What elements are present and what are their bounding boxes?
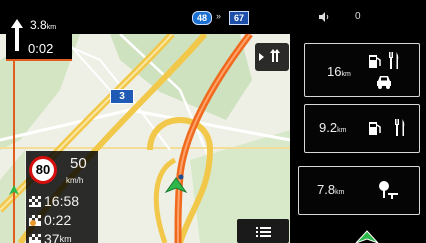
service-distance-value: 16 [327,64,342,79]
speaker-icon[interactable] [317,10,331,24]
speed-limit-sign: 80 [29,156,57,184]
current-position-arrow-icon [355,230,379,243]
service-card-2[interactable]: 9.2km [304,104,420,153]
eta-row: 16:58 [29,193,79,209]
next-turn-time: 0:02 [28,41,54,56]
rest-area-icon [379,181,398,199]
road-badge-current: 48 [192,11,212,25]
road-badge-next: 67 [229,11,249,25]
remaining-time-row: 0:22 [29,212,71,228]
road-separator: » [216,11,222,21]
next-turn-distance: 3.8km [30,18,56,32]
navigation-app: 3 48 » 67 0 3.8km 0:02 80 50 km/h 16:58 … [0,0,426,243]
straight-arrow-icon [11,19,23,51]
service-distance: 7.8km [317,182,344,197]
lane-arrows-icon [259,49,280,62]
road-shield-number: 3 [119,91,125,102]
service-distance-unit: km [335,189,345,196]
service-distance: 9.2km [319,120,346,135]
service-distance: 16km [327,64,351,79]
position-up-icon [9,185,19,195]
restaurant-icon [395,119,405,136]
remaining-time-value: 0:22 [44,212,72,228]
fuel-icon [369,122,381,135]
service-distance-value: 7.8 [317,182,336,197]
service-card-1[interactable]: 16km [304,43,420,97]
remaining-distance-unit: km [59,234,72,243]
service-card-3[interactable]: 7.8km [298,166,420,215]
next-turn-panel[interactable]: 3.8km 0:02 [6,13,72,61]
road-shield-sign: 3 [110,89,134,104]
service-distance-unit: km [341,71,351,78]
trip-info-panel[interactable]: 80 50 km/h 16:58 0:22 37 km [26,151,98,243]
menu-button[interactable] [237,219,289,243]
volume-level: 0 [355,11,361,22]
restaurant-icon [389,52,399,69]
eta-value: 16:58 [44,193,80,209]
next-turn-distance-unit: km [46,24,57,31]
remaining-distance-value: 37 [44,231,60,243]
current-speed: 50 [70,155,87,172]
services-panel: 16km 9.2km 7.8km [290,34,426,243]
service-distance-unit: km [337,127,347,134]
speed-unit: km/h [66,176,84,185]
menu-list-icon [256,227,271,237]
car-service-icon [377,76,391,89]
next-turn-distance-value: 3.8 [30,18,47,32]
remaining-distance-flag-icon [29,233,41,243]
remaining-time-flag-icon [29,214,41,226]
fuel-icon [369,55,381,68]
lane-info-button[interactable] [255,43,289,71]
remaining-distance-row: 37 km [29,231,72,243]
service-distance-value: 9.2 [319,120,338,135]
checkered-flag-icon [29,195,41,207]
route-progress-bar [13,60,15,243]
